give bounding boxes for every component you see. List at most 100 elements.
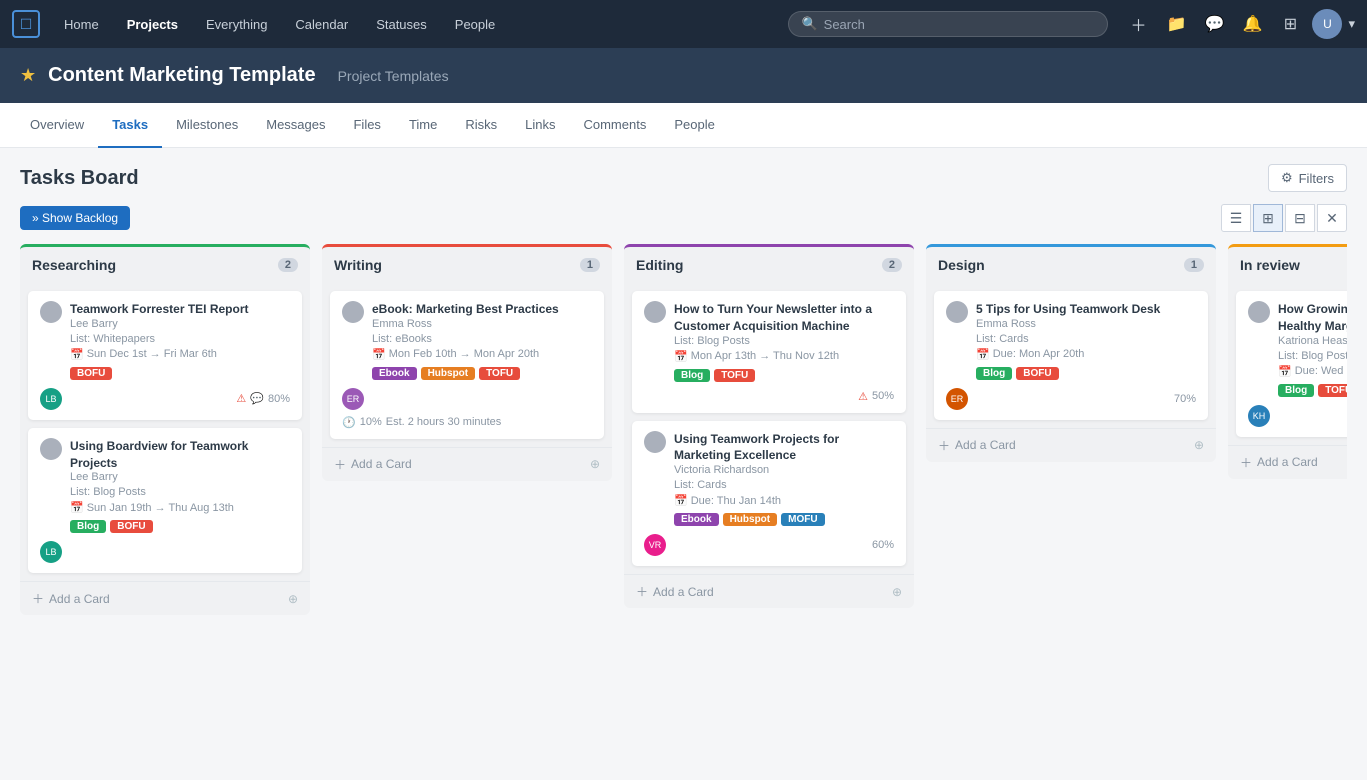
avatar <box>342 301 364 323</box>
list-view-button[interactable]: ☰ <box>1221 204 1251 232</box>
tab-links[interactable]: Links <box>511 103 569 148</box>
column-researching: Researching 2 Teamwork Forrester TEI Rep… <box>20 244 310 615</box>
drag-icon: ⊕ <box>288 592 298 606</box>
column-count-writing: 1 <box>580 258 600 272</box>
tab-comments[interactable]: Comments <box>569 103 660 148</box>
column-writing: Writing 1 eBook: Marketing Best Practice… <box>322 244 612 481</box>
filters-button[interactable]: ⚙ Filters <box>1268 164 1347 192</box>
tag-tofu: TOFU <box>1318 384 1347 397</box>
column-footer-researching[interactable]: ＋ Add a Card ⊕ <box>20 581 310 615</box>
bell-icon[interactable]: 🔔 <box>1236 8 1268 40</box>
message-icon[interactable]: 💬 <box>1198 8 1230 40</box>
filter-view-button[interactable]: ⊟ <box>1285 204 1315 232</box>
tag-blog: Blog <box>674 369 710 382</box>
warning-icon: ⚠ <box>236 392 246 405</box>
calendar-icon: 📅 <box>1278 365 1292 378</box>
column-header-researching: Researching 2 <box>20 244 310 283</box>
column-design: Design 1 5 Tips for Using Teamwork Desk … <box>926 244 1216 462</box>
tab-people[interactable]: People <box>660 103 728 148</box>
tab-risks[interactable]: Risks <box>451 103 511 148</box>
nav-calendar[interactable]: Calendar <box>283 11 360 38</box>
grid-icon[interactable]: ⊞ <box>1274 8 1306 40</box>
search-bar[interactable]: 🔍 Search <box>788 11 1108 37</box>
plus-icon: ＋ <box>938 437 950 454</box>
column-footer-editing[interactable]: ＋ Add a Card ⊕ <box>624 574 914 608</box>
add-card-button[interactable]: ＋ Add a Card <box>938 437 1016 454</box>
card-list: List: eBooks <box>372 333 559 345</box>
user-avatar[interactable]: U <box>1312 9 1342 39</box>
card-bottom: VR 60% <box>644 534 894 556</box>
add-card-button[interactable]: ＋ Add a Card <box>1240 454 1318 471</box>
card-marketing-excellence[interactable]: Using Teamwork Projects for Marketing Ex… <box>632 421 906 567</box>
tab-overview[interactable]: Overview <box>16 103 98 148</box>
board-view-button[interactable]: ⊞ <box>1253 204 1283 232</box>
add-card-button[interactable]: ＋ Add a Card <box>636 583 714 600</box>
card-date: 📅 Due: Wed Sep 30th <box>1278 365 1347 378</box>
add-card-button[interactable]: ＋ Add a Card <box>32 590 110 607</box>
show-backlog-button[interactable]: » Show Backlog <box>20 206 130 230</box>
tab-milestones[interactable]: Milestones <box>162 103 252 148</box>
card-bottom: LB ⚠ 💬 80% <box>40 388 290 410</box>
tag-hubspot: Hubspot <box>723 513 778 526</box>
tab-time[interactable]: Time <box>395 103 451 148</box>
card-bottom: ⚠ 50% <box>644 390 894 403</box>
assignee-avatar: VR <box>644 534 666 556</box>
tag-tofu: TOFU <box>479 367 520 380</box>
assignee-avatar: LB <box>40 541 62 563</box>
card-list: List: Blog Posts <box>70 486 290 498</box>
assignee-avatar: KH <box>1248 405 1270 427</box>
card-tei-report[interactable]: Teamwork Forrester TEI Report Lee Barry … <box>28 291 302 420</box>
card-teamwork-desk[interactable]: 5 Tips for Using Teamwork Desk Emma Ross… <box>934 291 1208 420</box>
column-header-design: Design 1 <box>926 244 1216 283</box>
card-progress: ⚠ 💬 80% <box>236 392 290 405</box>
card-boardview[interactable]: Using Boardview for Teamwork Projects Le… <box>28 428 302 574</box>
view-buttons: ☰ ⊞ ⊟ ✕ <box>1221 204 1347 232</box>
card-list: List: Whitepapers <box>70 333 249 345</box>
tab-files[interactable]: Files <box>339 103 394 148</box>
nav-people[interactable]: People <box>443 11 507 38</box>
column-inreview: In review How Growing Agencies Maintain … <box>1228 244 1347 479</box>
column-body-design: 5 Tips for Using Teamwork Desk Emma Ross… <box>926 283 1216 428</box>
add-button[interactable]: ＋ <box>1122 8 1154 40</box>
card-assignee: Lee Barry <box>70 318 249 330</box>
nav-statuses[interactable]: Statuses <box>364 11 439 38</box>
project-title: Content Marketing Template <box>48 64 315 87</box>
nav-home[interactable]: Home <box>52 11 111 38</box>
column-body-inreview: How Growing Agencies Maintain Healthy Ma… <box>1228 283 1347 445</box>
column-footer-design[interactable]: ＋ Add a Card ⊕ <box>926 428 1216 462</box>
plus-icon: ＋ <box>1240 454 1252 471</box>
logo-icon[interactable]: ☐ <box>12 10 40 38</box>
tag-ebook: Ebook <box>674 513 719 526</box>
chevron-down-icon[interactable]: ▾ <box>1348 16 1355 32</box>
tab-messages[interactable]: Messages <box>252 103 339 148</box>
column-footer-writing[interactable]: ＋ Add a Card ⊕ <box>322 447 612 481</box>
card-assignee: Lee Barry <box>70 471 290 483</box>
calendar-icon: 📅 <box>70 501 84 514</box>
card-newsletter[interactable]: How to Turn Your Newsletter into a Custo… <box>632 291 906 413</box>
plus-icon: ＋ <box>636 583 648 600</box>
card-bottom: LB <box>40 541 290 563</box>
add-card-button[interactable]: ＋ Add a Card <box>334 456 412 473</box>
card-tags: Blog BOFU <box>976 367 1196 380</box>
card-title: How to Turn Your Newsletter into a Custo… <box>674 301 894 335</box>
card-ebook-marketing[interactable]: eBook: Marketing Best Practices Emma Ros… <box>330 291 604 439</box>
close-view-button[interactable]: ✕ <box>1317 204 1347 232</box>
tag-blog: Blog <box>70 520 106 533</box>
calendar-icon: 📅 <box>976 348 990 361</box>
card-date: 📅 Due: Thu Jan 14th <box>674 494 894 507</box>
folder-icon[interactable]: 📁 <box>1160 8 1192 40</box>
page-top: Tasks Board ⚙ Filters <box>20 164 1347 192</box>
card-growing-agencies[interactable]: How Growing Agencies Maintain Healthy Ma… <box>1236 291 1347 437</box>
assignee-avatar: ER <box>342 388 364 410</box>
card-title: Teamwork Forrester TEI Report <box>70 301 249 318</box>
column-footer-inreview[interactable]: ＋ Add a Card ⊕ <box>1228 445 1347 479</box>
nav-projects[interactable]: Projects <box>115 11 190 38</box>
card-title: How Growing Agencies Maintain Healthy Ma… <box>1278 301 1347 335</box>
avatar <box>946 301 968 323</box>
column-title-design: Design <box>938 257 985 273</box>
column-header-writing: Writing 1 <box>322 244 612 283</box>
progress-pct: 10% <box>360 416 382 428</box>
tab-tasks[interactable]: Tasks <box>98 103 162 148</box>
star-icon[interactable]: ★ <box>20 65 36 86</box>
nav-everything[interactable]: Everything <box>194 11 279 38</box>
